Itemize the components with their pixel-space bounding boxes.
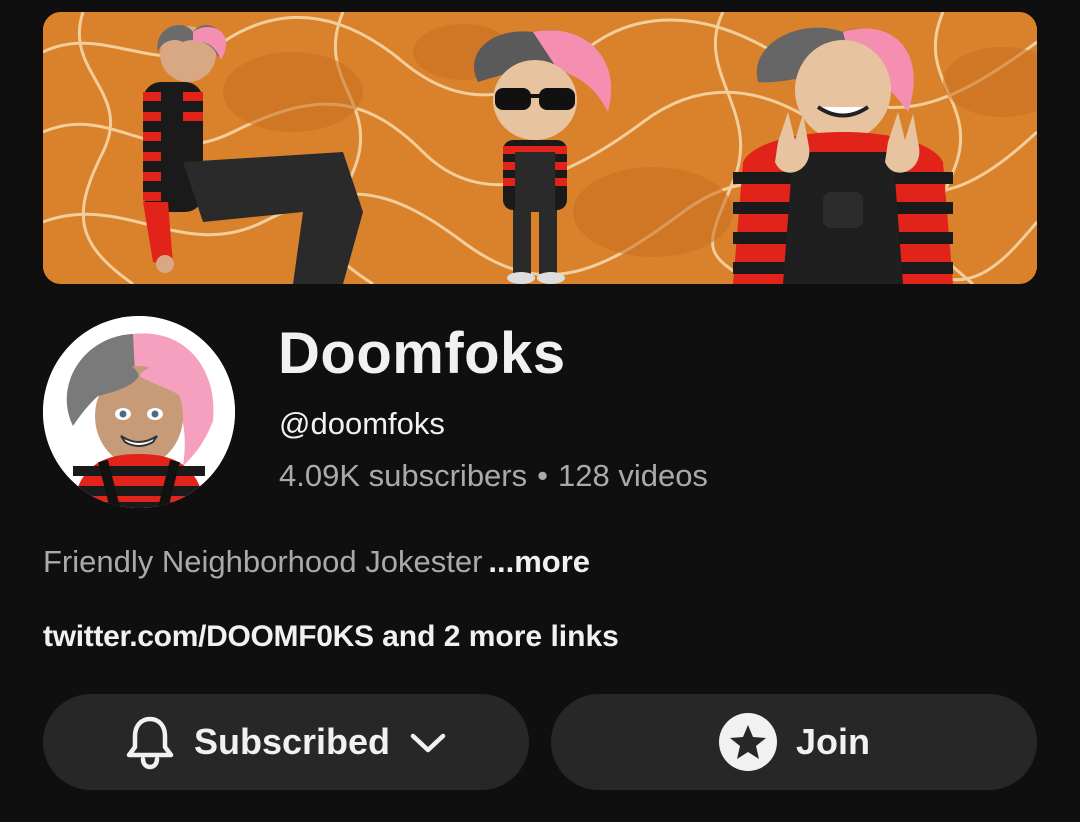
bell-icon — [124, 714, 176, 770]
description-more-link[interactable]: ...more — [488, 544, 590, 579]
join-label: Join — [795, 721, 870, 762]
star-icon — [718, 712, 778, 772]
description-text: Friendly Neighborhood Jokester — [43, 544, 483, 579]
channel-name: Doomfoks — [278, 321, 566, 386]
channel-avatar[interactable] — [43, 316, 235, 508]
subscriber-count: 4.09K subscribers — [279, 458, 528, 493]
avatar-artwork — [43, 316, 235, 508]
more-links[interactable]: and 2 more links — [382, 620, 619, 653]
chevron-down-icon[interactable] — [408, 728, 448, 756]
channel-handle: @doomfoks — [279, 406, 445, 441]
channel-stats: 4.09K subscribers • 128 videos — [279, 456, 708, 496]
primary-link[interactable]: twitter.com/DOOMF0KS — [43, 620, 374, 653]
subscribed-button[interactable]: Subscribed — [43, 694, 529, 790]
stats-separator: • — [537, 458, 548, 493]
channel-links[interactable]: twitter.com/DOOMF0KS and 2 more links — [43, 617, 619, 657]
banner-artwork — [43, 12, 1037, 284]
video-count: 128 videos — [557, 458, 708, 493]
subscribed-label: Subscribed — [193, 721, 391, 762]
channel-banner — [43, 12, 1037, 284]
join-button[interactable]: Join — [551, 694, 1037, 790]
channel-description[interactable]: Friendly Neighborhood Jokester ...more — [43, 542, 590, 582]
